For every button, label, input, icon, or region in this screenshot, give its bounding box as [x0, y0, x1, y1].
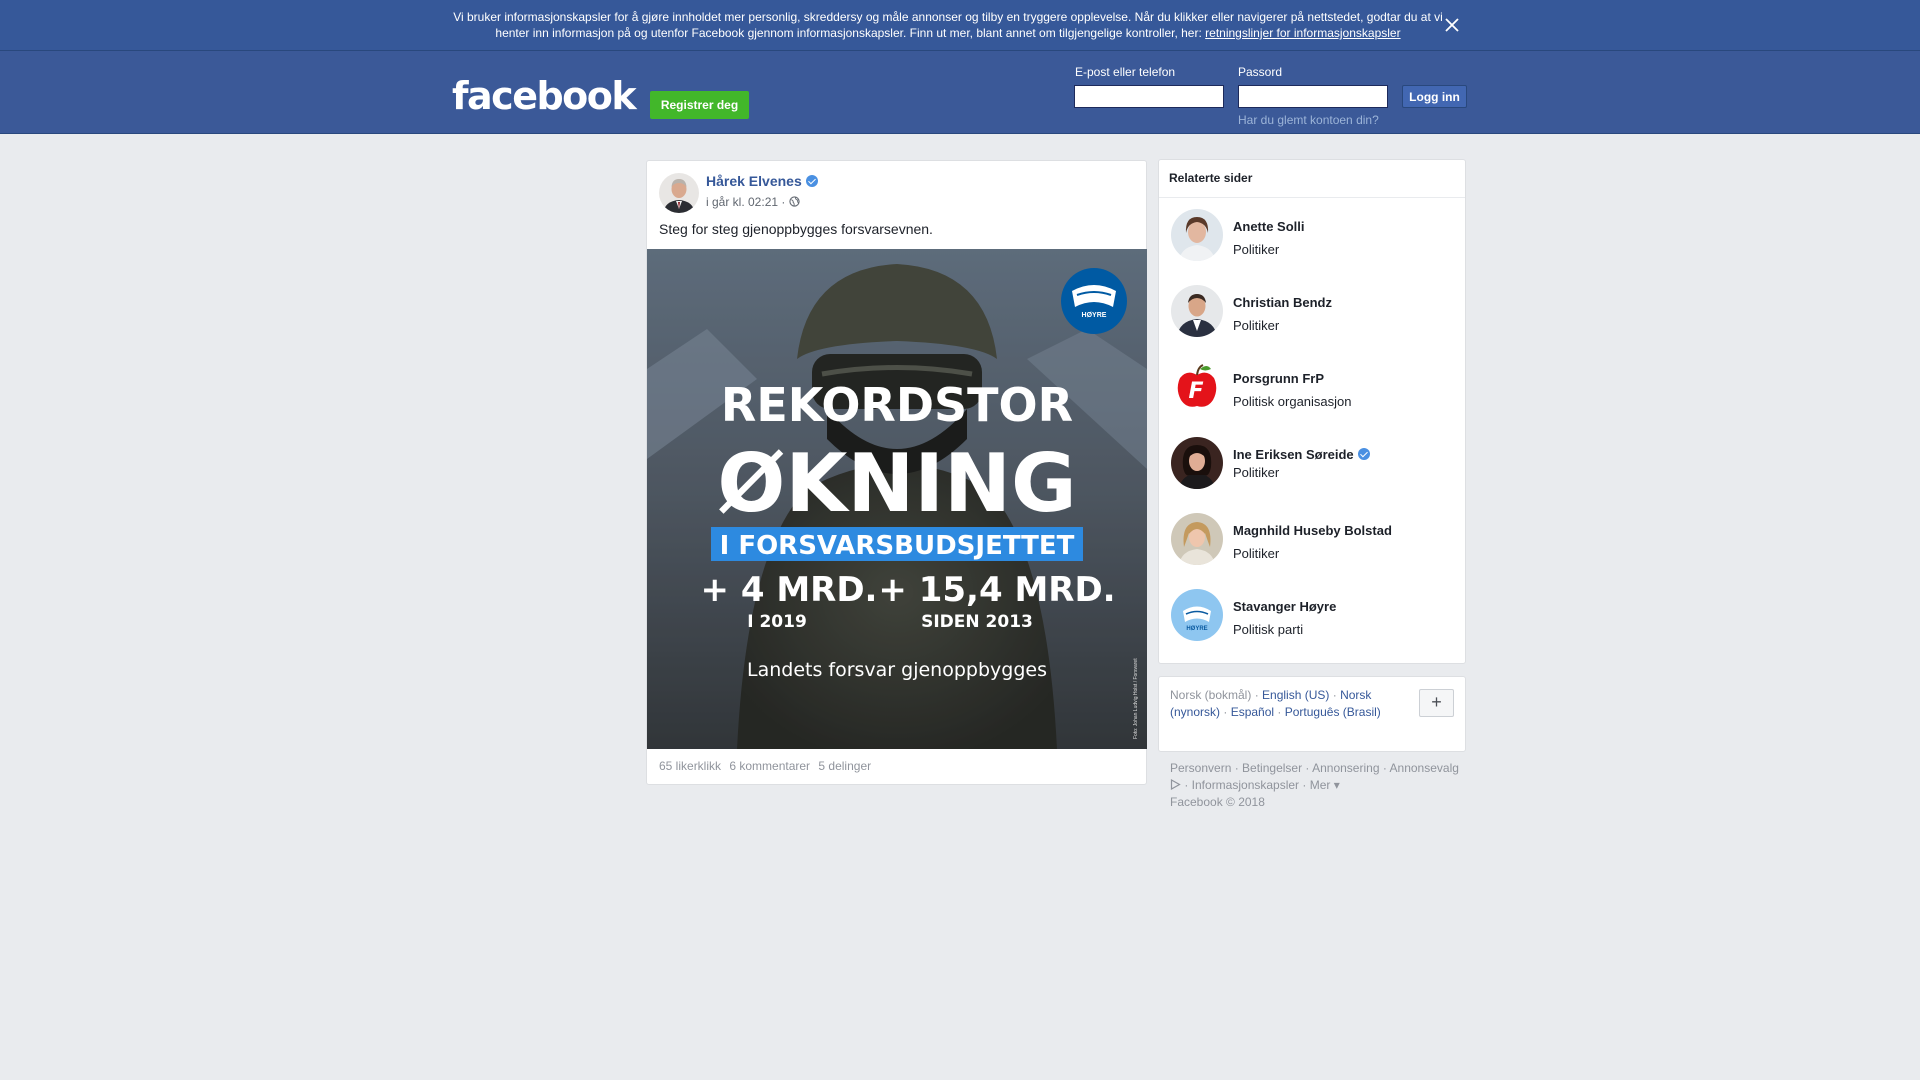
related-item-name-text: Ine Eriksen Søreide	[1233, 447, 1354, 462]
related-item-category: Politisk organisasjon	[1233, 394, 1352, 409]
related-item-category: Politiker	[1233, 242, 1280, 257]
verified-badge-icon	[805, 175, 818, 187]
related-item-anette-solli[interactable]: Anette Solli Politiker	[1171, 209, 1461, 263]
cookie-banner: Vi bruker informasjonskapsler for å gjør…	[0, 0, 1920, 51]
globe-icon	[789, 196, 800, 207]
svg-text:HØYRE: HØYRE	[1186, 626, 1207, 632]
related-item-name: Christian Bendz	[1233, 295, 1332, 310]
footer-link-privacy[interactable]: Personvern	[1170, 761, 1231, 775]
related-item-magnhild-huseby-bolstad[interactable]: Magnhild Huseby Bolstad Politiker	[1171, 513, 1461, 567]
svg-text:F: F	[1188, 379, 1203, 404]
more-languages-button[interactable]: +	[1419, 689, 1454, 717]
language-selector: Norsk (bokmål) · English (US) · Norsk (n…	[1158, 676, 1466, 752]
dropdown-caret-icon: ▾	[1333, 778, 1340, 792]
footer-link-ad-choices-label: Annonsevalg	[1389, 761, 1459, 775]
facebook-logo[interactable]: facebook	[452, 76, 637, 116]
language-list: Norsk (bokmål) · English (US) · Norsk (n…	[1170, 688, 1381, 719]
related-item-name: Magnhild Huseby Bolstad	[1233, 523, 1392, 538]
post-image[interactable]: HØYRE REKORDSTOR ØKNING I FORSVARSBUDSJE…	[647, 249, 1147, 749]
avatar	[1171, 285, 1223, 337]
related-item-christian-bendz[interactable]: Christian Bendz Politiker	[1171, 285, 1461, 339]
footer-link-cookies[interactable]: Informasjonskapsler	[1192, 778, 1299, 792]
related-item-name: Stavanger Høyre	[1233, 599, 1337, 614]
post-meta: i går kl. 02:21 ·	[706, 195, 800, 209]
post-author-link[interactable]: Hårek Elvenes	[706, 173, 818, 189]
footer-link-terms[interactable]: Betingelser	[1242, 761, 1302, 775]
ad-choices-icon	[1170, 778, 1181, 791]
post-text: Steg for steg gjenoppbygges forsvarsevne…	[659, 221, 933, 237]
cookie-policy-link[interactable]: retningslinjer for informasjonskapsler	[1205, 26, 1400, 40]
post-card: Hårek Elvenes i går kl. 02:21 · Steg for…	[646, 160, 1147, 785]
hoyre-logo-icon: HØYRE	[1171, 589, 1223, 641]
language-option[interactable]: English (US)	[1262, 688, 1329, 702]
related-pages-title: Relaterte sider	[1159, 160, 1465, 198]
footer-link-more[interactable]: Mer ▾	[1310, 778, 1340, 792]
image-headline-2: ØKNING	[717, 437, 1076, 530]
meta-separator: ·	[781, 195, 786, 209]
current-language: Norsk (bokmål)	[1170, 688, 1252, 702]
frp-apple-logo-icon: F	[1171, 361, 1223, 413]
footer-link-advertising[interactable]: Annonsering	[1312, 761, 1379, 775]
author-avatar[interactable]	[659, 173, 699, 213]
shares-count[interactable]: 5 delinger	[818, 759, 871, 773]
related-item-category: Politiker	[1233, 546, 1280, 561]
related-item-name: Porsgrunn FrP	[1233, 371, 1325, 386]
image-stat-2-label: SIDEN 2013	[921, 612, 1033, 632]
forgot-account-link[interactable]: Har du glemt kontoen din?	[1238, 113, 1379, 127]
photo-credit: Foto: Johan Ludvig Holst / Forsvaret	[1133, 658, 1139, 739]
post-author-name: Hårek Elvenes	[706, 173, 802, 189]
image-banner: I FORSVARSBUDSJETTET	[720, 531, 1075, 561]
language-option[interactable]: Español	[1231, 705, 1274, 719]
cookie-banner-text: Vi bruker informasjonskapsler for å gjør…	[448, 9, 1448, 41]
related-item-category: Politiker	[1233, 465, 1280, 480]
related-item-name: Ine Eriksen Søreide	[1233, 447, 1370, 462]
email-label: E-post eller telefon	[1075, 65, 1176, 79]
top-bar: facebook Registrer deg E-post eller tele…	[0, 51, 1920, 134]
close-icon[interactable]	[1443, 16, 1461, 34]
likes-count[interactable]: 65 likerklikk	[659, 759, 721, 773]
footer: Personvern · Betingelser · Annonsering ·…	[1170, 761, 1459, 809]
related-pages-panel: Relaterte sider Anette Solli Politiker C…	[1158, 159, 1466, 664]
comments-count[interactable]: 6 kommentarer	[729, 759, 810, 773]
footer-link-more-label: Mer	[1309, 778, 1331, 792]
password-field[interactable]	[1238, 85, 1388, 108]
avatar	[1171, 513, 1223, 565]
post-stats: 65 likerklikk 6 kommentarer 5 delinger	[659, 759, 876, 773]
hoyre-logo-text: HØYRE	[1082, 312, 1107, 319]
language-option[interactable]: Português (Brasil)	[1285, 705, 1381, 719]
related-item-stavanger-hoyre[interactable]: HØYRE Stavanger Høyre Politisk parti	[1171, 589, 1461, 643]
avatar	[1171, 209, 1223, 261]
copyright: Facebook © 2018	[1170, 795, 1265, 809]
related-item-porsgrunn-frp[interactable]: F Porsgrunn FrP Politisk organisasjon	[1171, 361, 1461, 415]
image-stat-2-value: + 15,4 MRD.	[878, 570, 1115, 610]
image-tagline: Landets forsvar gjenoppbygges	[747, 659, 1047, 681]
image-stat-1-value: + 4 MRD.	[701, 570, 878, 610]
verified-badge-icon	[1357, 448, 1370, 460]
password-label: Passord	[1238, 65, 1283, 79]
email-field[interactable]	[1074, 85, 1224, 108]
related-item-category: Politisk parti	[1233, 622, 1304, 637]
avatar	[1171, 437, 1223, 489]
login-button[interactable]: Logg inn	[1402, 85, 1467, 108]
related-item-name: Anette Solli	[1233, 219, 1305, 234]
image-stat-1-label: I 2019	[747, 612, 807, 632]
post-timestamp[interactable]: i går kl. 02:21	[706, 195, 778, 209]
related-item-category: Politiker	[1233, 318, 1280, 333]
related-item-ine-eriksen-soreide[interactable]: Ine Eriksen Søreide Politiker	[1171, 437, 1461, 491]
image-headline-1: REKORDSTOR	[721, 378, 1073, 432]
register-button[interactable]: Registrer deg	[650, 91, 749, 119]
